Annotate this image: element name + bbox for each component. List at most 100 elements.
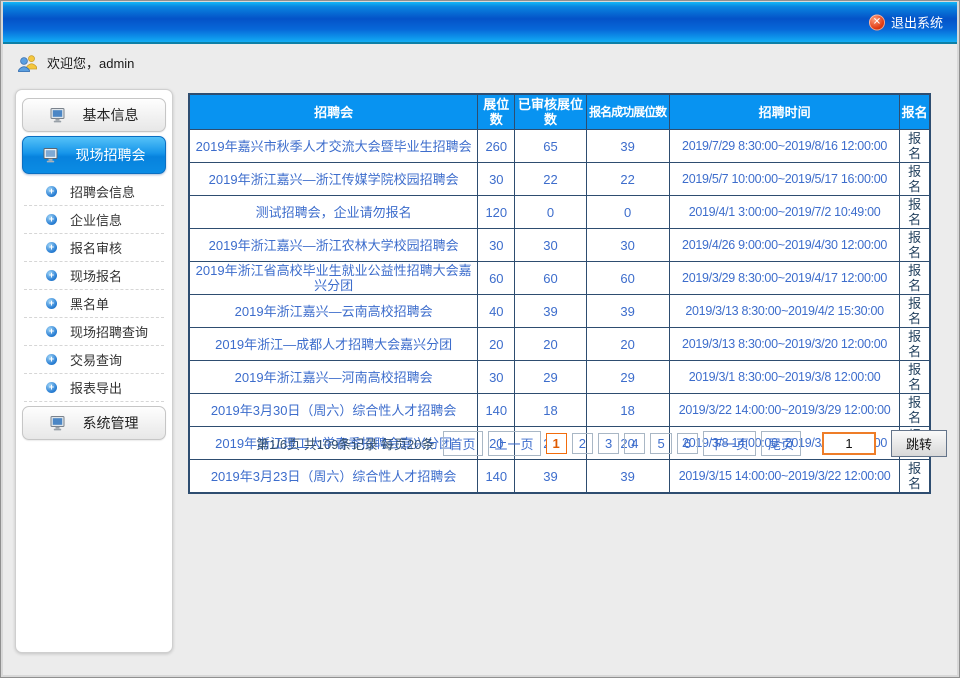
approved-count: 22 <box>515 163 586 196</box>
success-count: 29 <box>586 361 669 394</box>
page-number-button[interactable]: 3 <box>598 433 619 454</box>
fair-name-link[interactable]: 2019年3月23日（周六）综合性人才招聘会 <box>189 460 478 494</box>
plus-circle-icon <box>46 270 57 281</box>
approved-count: 30 <box>515 229 586 262</box>
booth-count: 120 <box>478 196 515 229</box>
fair-name-link[interactable]: 2019年浙江—成都人才招聘大会嘉兴分团 <box>189 328 478 361</box>
signup-link[interactable]: 报名 <box>900 328 930 361</box>
sidebar: 基本信息 现场招聘会 招聘会信息 企业信息 <box>15 89 173 653</box>
recruit-time: 2019/3/22 14:00:00~2019/3/29 12:00:00 <box>669 394 900 427</box>
recruit-time: 2019/3/13 8:30:00~2019/3/20 12:00:00 <box>669 328 900 361</box>
sidebar-submenu-label: 现场招聘查询 <box>70 322 148 341</box>
signup-link[interactable]: 报名 <box>900 361 930 394</box>
success-count: 39 <box>586 130 669 163</box>
page-number-button[interactable]: 2 <box>572 433 593 454</box>
success-count: 0 <box>586 196 669 229</box>
sidebar-group-onsite-fair[interactable]: 现场招聘会 <box>22 136 166 174</box>
sidebar-submenu-item[interactable]: 企业信息 <box>24 206 164 234</box>
sidebar-group-system-mgmt[interactable]: 系统管理 <box>22 406 166 440</box>
fair-name-link[interactable]: 2019年浙江嘉兴—浙江农林大学校园招聘会 <box>189 229 478 262</box>
page-number-button[interactable]: 5 <box>650 433 671 454</box>
prev-page-button[interactable]: 上一页 <box>488 431 541 456</box>
recruit-time: 2019/4/26 9:00:00~2019/4/30 12:00:00 <box>669 229 900 262</box>
page-number-button[interactable]: 4 <box>624 433 645 454</box>
sidebar-submenu-label: 招聘会信息 <box>70 182 135 201</box>
fair-name-link[interactable]: 2019年浙江嘉兴—浙江传媒学院校园招聘会 <box>189 163 478 196</box>
fair-name-link[interactable]: 2019年嘉兴市秋季人才交流大会暨毕业生招聘会 <box>189 130 478 163</box>
booth-count: 20 <box>478 328 515 361</box>
fair-name-link[interactable]: 2019年浙江嘉兴—河南高校招聘会 <box>189 361 478 394</box>
signup-link[interactable]: 报名 <box>900 460 930 494</box>
success-count: 18 <box>586 394 669 427</box>
jump-page-input[interactable] <box>822 432 876 455</box>
table-row: 2019年3月30日（周六）综合性人才招聘会 140 18 18 2019/3/… <box>189 394 930 427</box>
signup-link[interactable]: 报名 <box>900 262 930 295</box>
signup-link[interactable]: 报名 <box>900 196 930 229</box>
sidebar-submenu-item[interactable]: 现场报名 <box>24 262 164 290</box>
sidebar-submenu-item[interactable]: 报表导出 <box>24 374 164 402</box>
page-number-button[interactable]: 1 <box>546 433 567 454</box>
logout-button[interactable]: ✕ 退出系统 <box>869 13 943 32</box>
recruit-time: 2019/4/1 3:00:00~2019/7/2 10:49:00 <box>669 196 900 229</box>
signup-link[interactable]: 报名 <box>900 394 930 427</box>
sidebar-submenu-item[interactable]: 黑名单 <box>24 290 164 318</box>
recruit-time: 2019/3/1 8:30:00~2019/3/8 12:00:00 <box>669 361 900 394</box>
approved-count: 65 <box>515 130 586 163</box>
first-page-button[interactable]: 首页 <box>443 431 483 456</box>
booth-count: 30 <box>478 163 515 196</box>
col-header-time: 招聘时间 <box>669 94 900 130</box>
booth-count: 30 <box>478 229 515 262</box>
booth-count: 30 <box>478 361 515 394</box>
success-count: 60 <box>586 262 669 295</box>
approved-count: 0 <box>515 196 586 229</box>
table-row: 2019年浙江嘉兴—河南高校招聘会 30 29 29 2019/3/1 8:30… <box>189 361 930 394</box>
fair-name-link[interactable]: 测试招聘会，企业请勿报名 <box>189 196 478 229</box>
table-row: 2019年嘉兴市秋季人才交流大会暨毕业生招聘会 260 65 39 2019/7… <box>189 130 930 163</box>
success-count: 39 <box>586 460 669 494</box>
approved-count: 60 <box>515 262 586 295</box>
sidebar-submenu-item[interactable]: 交易查询 <box>24 346 164 374</box>
recruit-time: 2019/3/13 8:30:00~2019/4/2 15:30:00 <box>669 295 900 328</box>
recruit-time: 2019/5/7 10:00:00~2019/5/17 16:00:00 <box>669 163 900 196</box>
success-count: 30 <box>586 229 669 262</box>
signup-link[interactable]: 报名 <box>900 130 930 163</box>
sidebar-submenu-item[interactable]: 报名审核 <box>24 234 164 262</box>
last-page-button[interactable]: 尾页 <box>761 431 801 456</box>
sidebar-group-label: 现场招聘会 <box>76 145 146 165</box>
sidebar-submenu-item[interactable]: 招聘会信息 <box>24 178 164 206</box>
sidebar-submenu-label: 企业信息 <box>70 210 122 229</box>
table-row: 2019年浙江省高校毕业生就业公益性招聘大会嘉兴分团 60 60 60 2019… <box>189 262 930 295</box>
sidebar-submenu-item[interactable]: 现场招聘查询 <box>24 318 164 346</box>
approved-count: 20 <box>515 328 586 361</box>
page-number-button[interactable]: 6 <box>677 433 698 454</box>
table-row: 2019年浙江嘉兴—浙江农林大学校园招聘会 30 30 30 2019/4/26… <box>189 229 930 262</box>
booth-count: 140 <box>478 394 515 427</box>
top-bar: ✕ 退出系统 <box>3 2 957 44</box>
sidebar-submenu-label: 报表导出 <box>70 378 122 397</box>
col-header-approved: 已审核展位数 <box>515 94 586 130</box>
success-count: 39 <box>586 295 669 328</box>
sidebar-group-basic-info[interactable]: 基本信息 <box>22 98 166 132</box>
sidebar-submenu-label: 黑名单 <box>70 294 109 313</box>
col-header-fair: 招聘会 <box>189 94 478 130</box>
table-row: 2019年浙江嘉兴—云南高校招聘会 40 39 39 2019/3/13 8:3… <box>189 295 930 328</box>
success-count: 20 <box>586 328 669 361</box>
signup-link[interactable]: 报名 <box>900 229 930 262</box>
fair-name-link[interactable]: 2019年浙江省高校毕业生就业公益性招聘大会嘉兴分团 <box>189 262 478 295</box>
sidebar-submenu-label: 交易查询 <box>70 350 122 369</box>
table-header-row: 招聘会 展位数 已审核展位数 报名成功展位数 招聘时间 报名 <box>189 94 930 130</box>
recruit-time: 2019/3/29 8:30:00~2019/4/17 12:00:00 <box>669 262 900 295</box>
approved-count: 29 <box>515 361 586 394</box>
sidebar-group-label: 基本信息 <box>83 105 139 125</box>
booth-count: 140 <box>478 460 515 494</box>
signup-link[interactable]: 报名 <box>900 163 930 196</box>
next-page-button[interactable]: 下一页 <box>703 431 756 456</box>
fair-name-link[interactable]: 2019年3月30日（周六）综合性人才招聘会 <box>189 394 478 427</box>
signup-link[interactable]: 报名 <box>900 295 930 328</box>
fair-name-link[interactable]: 2019年浙江嘉兴—云南高校招聘会 <box>189 295 478 328</box>
col-header-success: 报名成功展位数 <box>586 94 669 130</box>
plus-circle-icon <box>46 382 57 393</box>
plus-circle-icon <box>46 214 57 225</box>
table-row: 2019年3月23日（周六）综合性人才招聘会 140 39 39 2019/3/… <box>189 460 930 494</box>
jump-button[interactable]: 跳转 <box>891 430 947 457</box>
